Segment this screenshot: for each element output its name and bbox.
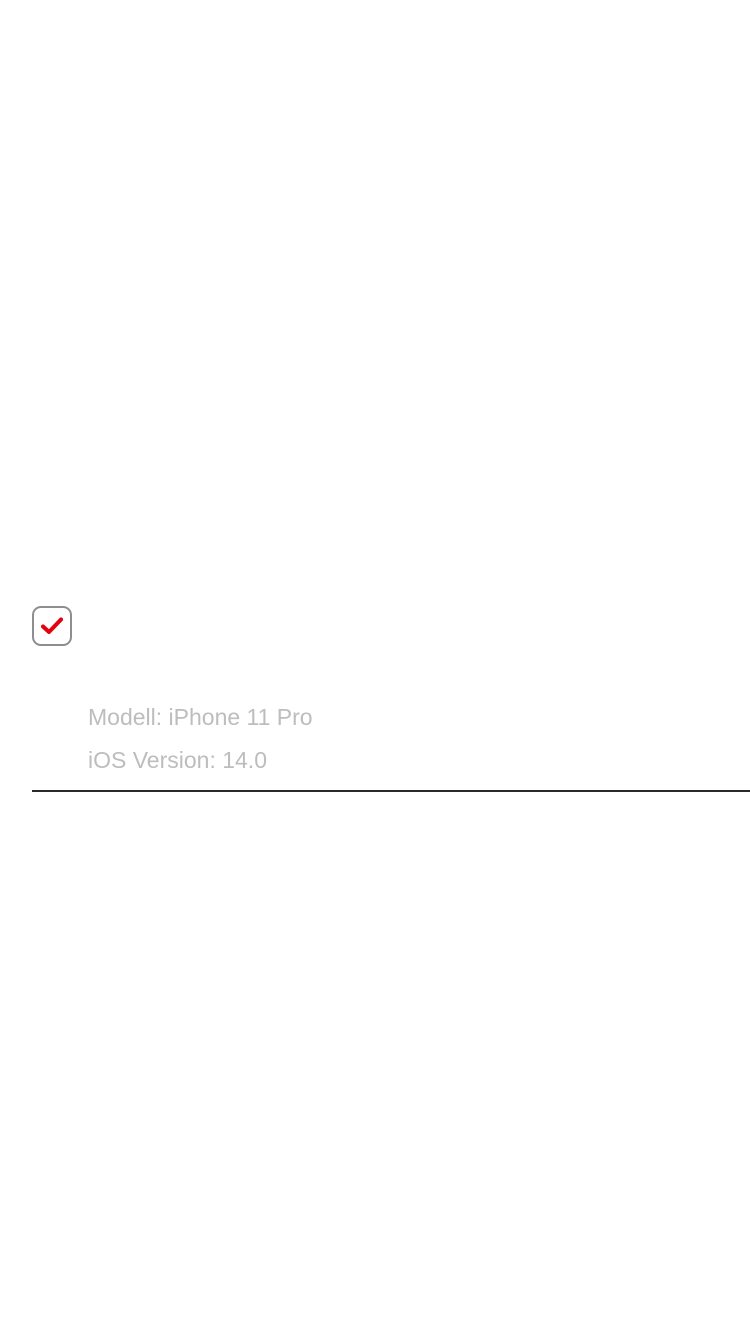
- ios-version-text: iOS Version: 14.0: [88, 747, 267, 773]
- device-model-text: Modell: iPhone 11 Pro: [88, 704, 313, 730]
- device-info: Modell: iPhone 11 Pro iOS Version: 14.0: [88, 696, 313, 782]
- checkmark-icon: [41, 617, 63, 634]
- consent-checkbox[interactable]: [32, 606, 72, 646]
- divider: [32, 790, 750, 792]
